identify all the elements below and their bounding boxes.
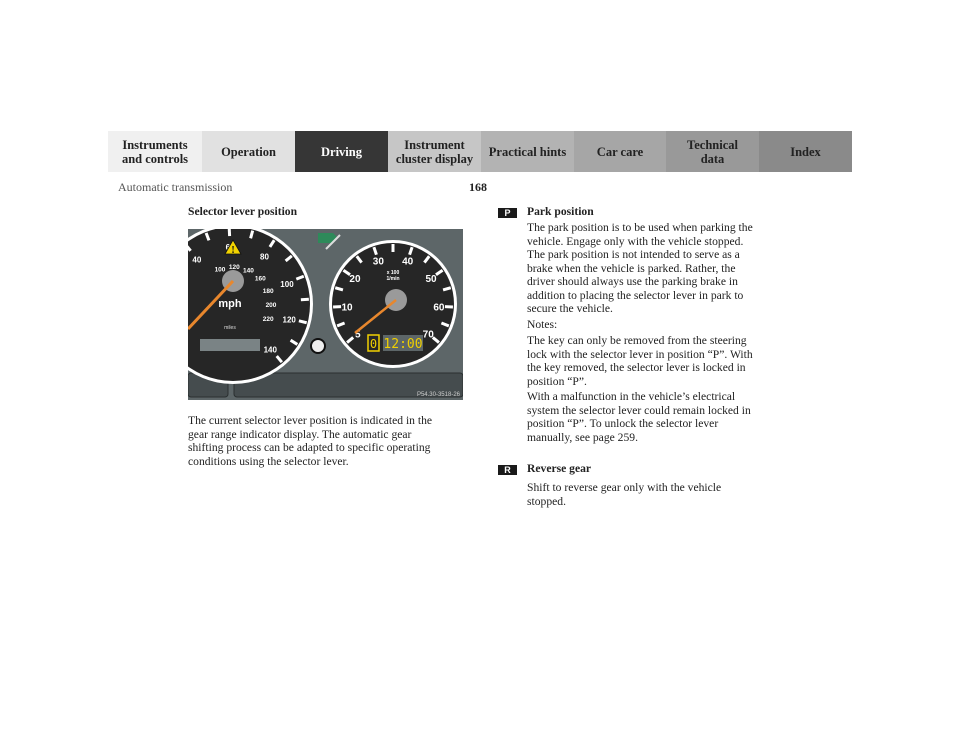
tab-instrument-cluster-display[interactable]: Instrument cluster display [388,131,481,172]
tab-car-care[interactable]: Car care [574,131,666,172]
tab-index[interactable]: Index [759,131,852,172]
rpm-label: 20 [349,274,361,285]
tab-driving[interactable]: Driving [295,131,388,172]
speed-mph-label: 120 [283,315,297,324]
svg-text:1/min: 1/min [386,276,399,282]
reverse-body: Shift to reverse gear only with the vehi… [527,481,722,508]
tab-practical-hints[interactable]: Practical hints [481,131,574,172]
speed-kmh-label: 120 [229,264,240,271]
speed-mph-label: 40 [192,256,201,265]
reverse-marker: R [498,465,517,475]
speed-kmh-label: 160 [255,276,266,283]
page-number: 168 [469,180,487,194]
left-heading: Selector lever position [188,205,298,218]
instrument-cluster-figure: 020406080100120140100120140160180200220 … [188,229,463,400]
notes-label: Notes: [527,318,558,331]
speed-mph-label: 140 [264,345,278,354]
gear-display: 0 [370,337,377,351]
rpm-label: 30 [373,256,385,267]
odo-unit: miles [224,325,236,331]
note-2: With a malfunction in the vehicle’s elec… [527,390,751,444]
speed-kmh-label: 100 [215,266,226,273]
tab-technical-data[interactable]: Technical data [666,131,759,172]
section-title: Automatic transmission [118,180,233,194]
reset-knob[interactable] [310,338,326,354]
park-body: The park position is to be used when par… [527,221,753,315]
svg-text:!: ! [231,245,234,256]
speed-mph-tick [298,319,308,325]
tab-operation[interactable]: Operation [202,131,295,172]
left-body: The current selector lever position is i… [188,414,433,468]
clock-display: 12:00 [383,337,422,352]
rpm-tick [334,286,344,292]
rpm-tick [442,286,452,292]
rpm-label: 40 [402,256,414,267]
speed-mph-label: 100 [280,280,294,289]
speed-kmh-label: 180 [263,288,274,295]
speed-kmh-label: 220 [263,316,274,323]
manual-page: Instruments and controls Operation Driving… [0,0,960,742]
rpm-label: 10 [341,302,353,313]
rpm-label: 50 [425,274,437,285]
figure-code: P54.30-3518-26 [417,392,461,398]
rpm-label: 70 [423,330,435,341]
speed-unit: mph [218,298,242,310]
speed-mph-label: 80 [260,252,269,261]
note-1: The key can only be removed from the ste… [527,334,753,388]
tab-instruments-and-controls[interactable]: Instruments and controls [108,131,202,172]
speed-kmh-label: 200 [266,302,277,309]
park-heading: Park position [527,205,594,218]
speed-mph-tick [249,230,255,239]
speed-kmh-label: 140 [243,267,254,274]
park-marker: P [498,208,517,218]
rpm-label: 60 [433,302,445,313]
reverse-heading: Reverse gear [527,462,592,475]
